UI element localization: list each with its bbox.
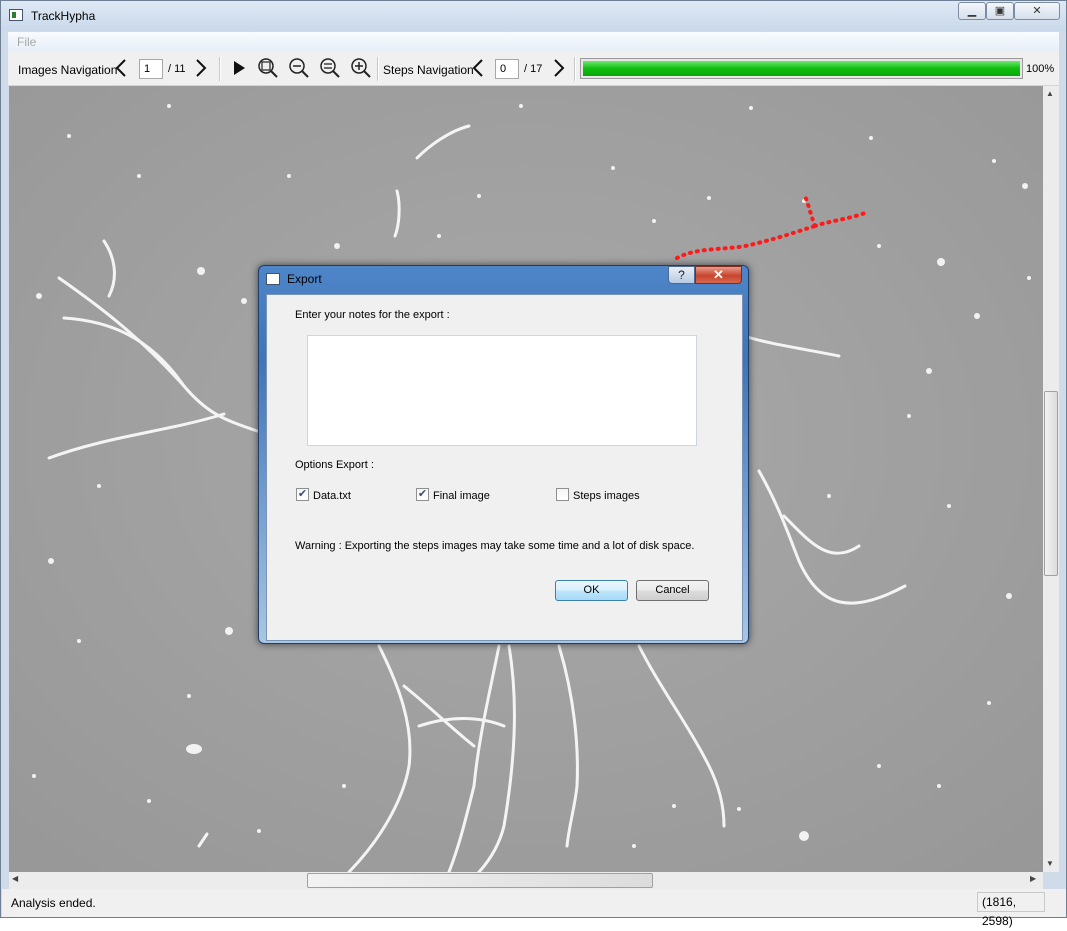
final-image-checkbox[interactable]: ✔ xyxy=(416,488,429,501)
dialog-close-button[interactable]: ✕ xyxy=(695,266,742,284)
export-dialog: Export ? ✕ Enter your notes for the expo… xyxy=(258,265,749,644)
vertical-scroll-thumb[interactable] xyxy=(1044,391,1058,576)
next-step-button[interactable] xyxy=(552,58,566,78)
main-window: TrackHypha ▁ ▣ ✕ File Images Navigation … xyxy=(0,0,1067,928)
ok-button[interactable]: OK xyxy=(555,580,628,601)
scroll-left-icon[interactable]: ◀ xyxy=(12,874,18,883)
steps-images-label[interactable]: Steps images xyxy=(573,490,640,502)
cursor-coordinates: (1816, 2598) xyxy=(977,892,1045,928)
dialog-title: Export xyxy=(287,272,322,286)
options-label: Options Export : xyxy=(295,459,374,471)
maximize-button[interactable]: ▣ xyxy=(986,2,1014,20)
data-txt-checkbox[interactable]: ✔ xyxy=(296,488,309,501)
zoom-out-icon xyxy=(289,58,309,78)
dialog-app-icon xyxy=(266,273,280,285)
image-total: / 11 xyxy=(168,63,186,75)
checkmark-icon: ✔ xyxy=(297,488,308,500)
window-title: TrackHypha xyxy=(31,9,96,23)
app-icon xyxy=(9,9,23,21)
close-icon: ✕ xyxy=(713,267,724,282)
data-txt-label[interactable]: Data.txt xyxy=(313,490,351,502)
minimize-button[interactable]: ▁ xyxy=(958,2,986,20)
menu-file[interactable]: File xyxy=(17,35,36,49)
toolbar-separator xyxy=(574,57,576,81)
chevron-left-icon xyxy=(472,59,483,77)
steps-images-checkbox[interactable] xyxy=(556,488,569,501)
scroll-down-icon[interactable]: ▼ xyxy=(1046,859,1054,868)
zoom-out-button[interactable] xyxy=(288,57,310,79)
toolbar: Images Navigation 1 / 11 Steps Navigatio… xyxy=(8,52,1059,86)
notes-textarea[interactable] xyxy=(307,335,697,446)
play-icon xyxy=(234,61,245,75)
title-bar[interactable]: TrackHypha ▁ ▣ ✕ xyxy=(1,1,1066,31)
zoom-reset-icon xyxy=(320,58,340,78)
vertical-scrollbar[interactable]: ▲ ▼ xyxy=(1043,86,1059,872)
status-bar: Analysis ended. (1816, 2598) xyxy=(2,889,1066,928)
cancel-button[interactable]: Cancel xyxy=(636,580,709,601)
close-button[interactable]: ✕ xyxy=(1014,2,1060,20)
zoom-in-button[interactable] xyxy=(350,57,372,79)
progress-bar xyxy=(580,58,1023,79)
help-button[interactable]: ? xyxy=(668,266,695,284)
progress-text: 100% xyxy=(1026,63,1055,75)
scroll-up-icon[interactable]: ▲ xyxy=(1046,89,1054,98)
menu-bar: File xyxy=(8,32,1059,52)
horizontal-scroll-thumb[interactable] xyxy=(307,873,653,888)
prev-step-button[interactable] xyxy=(471,58,485,78)
checkmark-icon: ✔ xyxy=(417,488,428,500)
image-index-input[interactable]: 1 xyxy=(139,59,163,79)
chevron-right-icon xyxy=(554,59,565,77)
zoom-fit-icon xyxy=(258,58,278,78)
final-image-label[interactable]: Final image xyxy=(433,490,490,502)
status-message: Analysis ended. xyxy=(11,896,96,910)
prev-image-button[interactable] xyxy=(114,58,128,78)
chevron-left-icon xyxy=(115,59,126,77)
toolbar-separator xyxy=(377,57,379,81)
chevron-right-icon xyxy=(196,59,207,77)
step-index-input[interactable]: 0 xyxy=(495,59,519,79)
toolbar-separator xyxy=(219,57,221,81)
dialog-body: Enter your notes for the export : Option… xyxy=(266,294,743,641)
notes-label: Enter your notes for the export : xyxy=(295,309,450,321)
next-image-button[interactable] xyxy=(194,58,208,78)
images-nav-label: Images Navigation xyxy=(18,63,118,77)
progress-fill xyxy=(583,61,1020,76)
horizontal-scrollbar[interactable]: ◀ ▶ xyxy=(9,872,1043,889)
play-button[interactable] xyxy=(228,57,250,79)
zoom-fit-button[interactable] xyxy=(257,57,279,79)
step-total: / 17 xyxy=(524,63,543,75)
scroll-right-icon[interactable]: ▶ xyxy=(1030,874,1036,883)
zoom-reset-button[interactable] xyxy=(319,57,341,79)
warning-text: Warning : Exporting the steps images may… xyxy=(295,540,695,552)
zoom-in-icon xyxy=(351,58,371,78)
steps-nav-label: Steps Navigation xyxy=(383,63,474,77)
